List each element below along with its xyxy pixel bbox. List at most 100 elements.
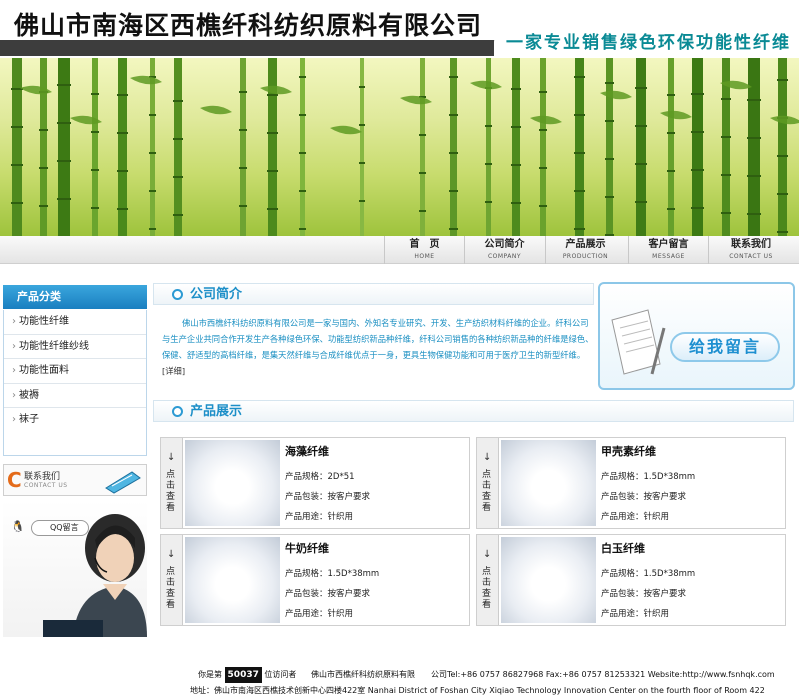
category-item[interactable]: 功能性纤维纱线 bbox=[4, 335, 146, 359]
product-image[interactable] bbox=[501, 440, 596, 526]
about-more-link[interactable]: [详细] bbox=[162, 366, 185, 376]
company-name: 佛山市南海区西樵纤科纺织原料有限公司 bbox=[14, 11, 483, 40]
product-spec: 产品规格：2D*51 bbox=[285, 472, 355, 482]
bamboo-node bbox=[777, 231, 788, 233]
bamboo-node bbox=[11, 202, 23, 204]
product-name[interactable]: 海藻纤维 bbox=[285, 443, 329, 459]
bamboo-node bbox=[691, 93, 704, 95]
footer: 你是第 50037 位访问者 佛山市西樵纤科纺织原料有限 公司Tel:+86 0… bbox=[0, 667, 799, 699]
product-packaging: 产品包装：按客户要求 bbox=[601, 589, 687, 599]
bamboo-node bbox=[449, 114, 458, 116]
product-image[interactable] bbox=[185, 537, 280, 623]
bamboo-stalk bbox=[606, 58, 613, 236]
bamboo-node bbox=[777, 193, 788, 195]
product-card[interactable]: ↓ 点击查看 牛奶纤维 产品规格：1.5D*38mm 产品包装：按客户要求 产品… bbox=[160, 534, 470, 626]
nav-products[interactable]: 产品展示 PRODUCTION bbox=[545, 236, 625, 264]
footer-line-1: 你是第 50037 位访问者 佛山市西樵纤科纺织原料有限 公司Tel:+86 0… bbox=[0, 667, 799, 683]
bamboo-stalk bbox=[512, 58, 520, 236]
bamboo-node bbox=[449, 228, 458, 230]
header: 佛山市南海区西樵纤科纺织原料有限公司 一家专业销售绿色环保功能性纤维 bbox=[0, 0, 799, 58]
product-spec: 产品规格：1.5D*38mm bbox=[601, 569, 696, 579]
bamboo-node bbox=[57, 84, 71, 86]
product-spec: 产品规格：1.5D*38mm bbox=[601, 472, 696, 482]
bamboo-node bbox=[539, 167, 547, 169]
bamboo-node bbox=[91, 169, 99, 171]
bamboo-leaf bbox=[530, 115, 562, 125]
category-item[interactable]: 功能性纤维 bbox=[4, 310, 146, 335]
bamboo-node bbox=[721, 98, 731, 100]
product-card[interactable]: ↓ 点击查看 甲壳素纤维 产品规格：1.5D*38mm 产品包装：按客户要求 产… bbox=[476, 437, 786, 529]
bamboo-stalk bbox=[12, 58, 22, 236]
bamboo-node bbox=[691, 131, 704, 133]
bamboo-node bbox=[419, 134, 426, 136]
bamboo-node bbox=[173, 138, 183, 140]
bamboo-node bbox=[419, 172, 426, 174]
bamboo-stalk bbox=[692, 58, 703, 236]
view-label: 点击查看 bbox=[166, 567, 176, 610]
category-item[interactable]: 被褥 bbox=[4, 384, 146, 408]
view-tab[interactable]: ↓ 点击查看 bbox=[477, 535, 499, 625]
product-name[interactable]: 甲壳素纤维 bbox=[601, 443, 656, 459]
bamboo-stalk bbox=[575, 58, 584, 236]
bamboo-node bbox=[299, 152, 306, 154]
nav-home[interactable]: 首 页 HOME bbox=[384, 236, 464, 264]
bamboo-node bbox=[485, 201, 492, 203]
bamboo-node bbox=[117, 170, 128, 172]
message-widget[interactable]: 给我留言 bbox=[598, 282, 795, 390]
bamboo-node bbox=[511, 202, 521, 204]
view-tab[interactable]: ↓ 点击查看 bbox=[161, 535, 183, 625]
bamboo-node bbox=[117, 94, 128, 96]
bamboo-node bbox=[747, 137, 761, 139]
bamboo-node bbox=[635, 163, 647, 165]
product-spec: 产品规格：1.5D*38mm bbox=[285, 569, 380, 579]
arrow-down-icon: ↓ bbox=[483, 452, 492, 463]
bamboo-node bbox=[149, 228, 156, 230]
nav-contact[interactable]: 联系我们 CONTACT US bbox=[708, 236, 793, 264]
bamboo-node bbox=[691, 169, 704, 171]
product-image[interactable] bbox=[501, 537, 596, 623]
bullet-icon bbox=[172, 406, 183, 417]
category-item[interactable]: 功能性面料 bbox=[4, 359, 146, 384]
bamboo-stalk bbox=[174, 58, 182, 236]
arrow-down-icon: ↓ bbox=[167, 549, 176, 560]
bamboo-leaf bbox=[200, 105, 232, 115]
product-card[interactable]: ↓ 点击查看 白玉纤维 产品规格：1.5D*38mm 产品包装：按客户要求 产品… bbox=[476, 534, 786, 626]
bamboo-node bbox=[239, 167, 247, 169]
product-card[interactable]: ↓ 点击查看 海藻纤维 产品规格：2D*51 产品包装：按客户要求 产品用途：针… bbox=[160, 437, 470, 529]
view-tab[interactable]: ↓ 点击查看 bbox=[477, 438, 499, 528]
bamboo-node bbox=[667, 132, 675, 134]
bamboo-node bbox=[539, 91, 547, 93]
view-tab[interactable]: ↓ 点击查看 bbox=[161, 438, 183, 528]
bamboo-node bbox=[635, 125, 647, 127]
page-root: 佛山市南海区西樵纤科纺织原料有限公司 一家专业销售绿色环保功能性纤维 首 页 H… bbox=[0, 0, 799, 700]
agent-photo bbox=[43, 514, 147, 637]
nav-contact-sublabel: CONTACT US bbox=[729, 253, 773, 260]
bamboo-node bbox=[574, 76, 585, 78]
bamboo-node bbox=[605, 82, 614, 84]
bamboo-node bbox=[267, 170, 278, 172]
document-pen-icon bbox=[611, 309, 666, 375]
product-image[interactable] bbox=[185, 440, 280, 526]
bamboo-leaf bbox=[600, 90, 632, 100]
contact-us-banner[interactable]: C 联系我们 CONTACT US bbox=[3, 464, 147, 496]
product-name[interactable]: 白玉纤维 bbox=[601, 540, 645, 556]
bamboo-stalk bbox=[40, 58, 47, 236]
bamboo-leaf bbox=[770, 115, 799, 125]
visitor-prefix: 你是第 bbox=[198, 670, 222, 679]
bamboo-node bbox=[359, 200, 365, 202]
leave-message-button[interactable]: 给我留言 bbox=[670, 332, 780, 362]
bamboo-stalk bbox=[540, 58, 546, 236]
view-label: 点击查看 bbox=[482, 470, 492, 513]
nav-message[interactable]: 客户留言 MESSAGE bbox=[628, 236, 708, 264]
bamboo-node bbox=[57, 160, 71, 162]
bamboo-node bbox=[747, 213, 761, 215]
bamboo-node bbox=[149, 114, 156, 116]
product-usage: 产品用途：针织用 bbox=[601, 609, 670, 619]
bamboo-node bbox=[117, 132, 128, 134]
nav-company[interactable]: 公司简介 COMPANY bbox=[464, 236, 544, 264]
category-item[interactable]: 袜子 bbox=[4, 408, 146, 433]
products-header: 产品展示 bbox=[153, 400, 794, 422]
bamboo-leaf bbox=[470, 80, 502, 90]
product-name[interactable]: 牛奶纤维 bbox=[285, 540, 329, 556]
bamboo-node bbox=[299, 190, 306, 192]
